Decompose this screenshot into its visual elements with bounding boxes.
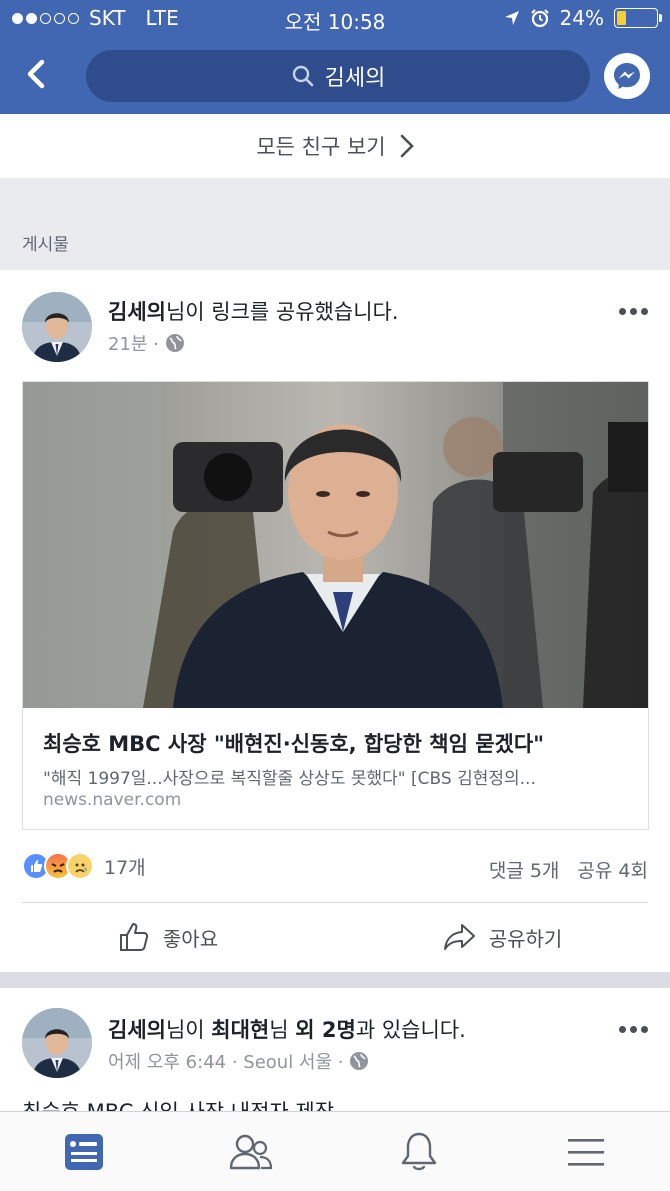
posts-section-header: 게시물 bbox=[0, 178, 670, 270]
link-preview[interactable]: 최승호 MBC 사장 "배현진·신동호, 합당한 책임 묻겠다" "해직 199… bbox=[22, 381, 649, 830]
link-domain: news.naver.com bbox=[43, 790, 182, 810]
globe-icon bbox=[165, 334, 184, 352]
link-description: "해직 1997일...사장으로 복직할줄 상상도 못했다" [CBS 김현정의… bbox=[43, 769, 536, 789]
friends-icon bbox=[230, 1134, 273, 1169]
see-all-friends-link[interactable]: 모든 친구 보기 bbox=[0, 114, 670, 178]
comment-count[interactable]: 댓글 5개 bbox=[489, 856, 560, 883]
post-actions: 좋아요 공유하기 bbox=[0, 904, 670, 970]
messenger-button[interactable] bbox=[604, 53, 650, 99]
post-meta: 21분 · bbox=[108, 330, 185, 356]
share-label: 공유하기 bbox=[488, 926, 563, 951]
messenger-icon bbox=[614, 63, 640, 89]
search-icon bbox=[292, 65, 313, 87]
link-image bbox=[23, 382, 648, 708]
post-action-text: 님 bbox=[269, 1018, 296, 1042]
location-arrow-icon bbox=[504, 11, 519, 25]
post-meta: 어제 오후 6:44 · Seoul 서울 · bbox=[108, 1048, 369, 1074]
sad-reaction-icon bbox=[66, 852, 94, 880]
more-options-button[interactable] bbox=[619, 1026, 648, 1033]
see-all-friends-label: 모든 친구 보기 bbox=[256, 135, 386, 159]
news-feed-icon bbox=[64, 1133, 103, 1170]
link-title: 최승호 MBC 사장 "배현진·신동호, 합당한 책임 묻겠다" bbox=[43, 732, 545, 756]
tab-menu[interactable] bbox=[503, 1112, 670, 1191]
post-time[interactable]: 21분 · bbox=[108, 330, 159, 356]
avatar[interactable] bbox=[22, 292, 92, 362]
battery-percent: 24% bbox=[559, 6, 604, 30]
avatar[interactable] bbox=[22, 1008, 92, 1078]
post-card: 김세의님이 링크를 공유했습니다. 21분 · 최승호 MBC 사장 "배현진·… bbox=[0, 270, 670, 972]
share-count[interactable]: 공유 4회 bbox=[577, 856, 648, 883]
menu-icon bbox=[568, 1138, 605, 1166]
post-header-text: 김세의님이 링크를 공유했습니다. bbox=[108, 296, 399, 326]
alarm-icon bbox=[530, 9, 549, 28]
post-separator bbox=[0, 972, 670, 988]
post-action-text: 님이 bbox=[165, 1018, 212, 1042]
notifications-icon bbox=[401, 1132, 436, 1170]
post-header-text: 김세의님이 최대현님 외 2명과 있습니다. bbox=[108, 1014, 466, 1044]
author-name[interactable]: 김세의 bbox=[108, 1018, 166, 1042]
chevron-right-icon bbox=[400, 134, 414, 158]
posts-section-label: 게시물 bbox=[22, 235, 69, 255]
status-bar: SKT LTE 오전 10:58 24% bbox=[0, 0, 670, 36]
avatar-photo bbox=[22, 292, 92, 362]
post-stats: 댓글 5개 공유 4회 bbox=[489, 856, 648, 883]
tab-friends[interactable] bbox=[168, 1112, 336, 1191]
post-action-text: 님이 링크를 공유했습니다. bbox=[165, 300, 399, 324]
author-name[interactable]: 김세의 bbox=[108, 300, 166, 324]
battery-icon bbox=[614, 8, 662, 28]
post-card: 김세의님이 최대현님 외 2명과 있습니다. 어제 오후 6:44 · Seou… bbox=[0, 988, 670, 1118]
thumbs-up-icon bbox=[119, 923, 148, 951]
avatar-photo bbox=[22, 1008, 92, 1078]
search-bar[interactable]: 김세의 bbox=[86, 50, 590, 102]
back-button[interactable] bbox=[20, 52, 60, 96]
post-action-text: 과 있습니다. bbox=[355, 1018, 466, 1042]
share-button[interactable]: 공유하기 bbox=[335, 904, 670, 970]
reaction-count: 17개 bbox=[104, 856, 146, 879]
search-query: 김세의 bbox=[324, 66, 386, 91]
like-label: 좋아요 bbox=[162, 926, 219, 951]
tab-notifications[interactable] bbox=[335, 1112, 503, 1191]
bottom-tab-bar bbox=[0, 1111, 670, 1191]
tagged-others[interactable]: 외 2명 bbox=[295, 1018, 356, 1042]
back-chevron-icon bbox=[27, 59, 45, 89]
divider bbox=[22, 902, 648, 903]
reactions-summary[interactable]: 17개 bbox=[22, 852, 146, 880]
share-arrow-icon bbox=[443, 924, 475, 950]
tagged-friend-name[interactable]: 최대현 bbox=[211, 1018, 269, 1042]
more-options-button[interactable] bbox=[619, 308, 648, 315]
like-button[interactable]: 좋아요 bbox=[0, 904, 335, 970]
nav-bar: 김세의 bbox=[0, 36, 670, 114]
tab-news-feed[interactable] bbox=[0, 1112, 168, 1191]
post-time[interactable]: 어제 오후 6:44 · Seoul 서울 · bbox=[108, 1048, 343, 1074]
top-header: SKT LTE 오전 10:58 24% 김세의 bbox=[0, 0, 670, 114]
globe-icon bbox=[350, 1052, 369, 1070]
